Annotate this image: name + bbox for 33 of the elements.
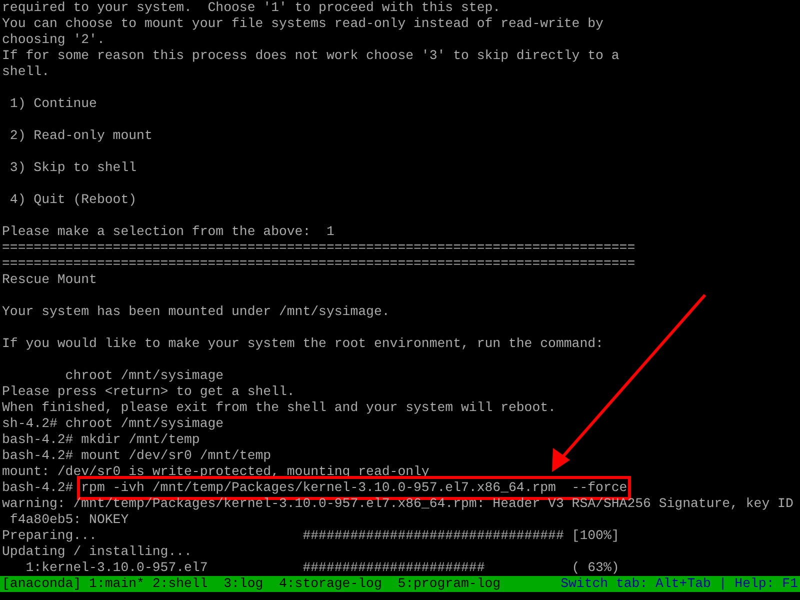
shell-command: chroot /mnt/sysimage	[65, 416, 224, 432]
terminal-line: 3) Skip to shell	[8, 160, 137, 176]
terminal-line: choosing '2'.	[2, 32, 105, 48]
terminal-line: When finished, please exit from the shell and your system will reboot.	[2, 400, 556, 416]
terminal-line: If for some reason this process does not work choose '3' to skip directly to a	[2, 48, 620, 64]
terminal-line: ================================================================================	[2, 256, 636, 272]
terminal-line: Updating / installing...	[2, 544, 192, 560]
terminal-line: warning: /mnt/temp/Packages/kernel-3.10.0-957.el7.x86_64.rpm: Header V3 RSA/SHA256 Signature, key ID	[2, 496, 794, 512]
terminal-line: chroot /mnt/sysimage	[64, 368, 224, 384]
terminal-line: Rescue Mount	[2, 272, 97, 288]
terminal-line: 1:kernel-3.10.0-957.el7 ####################### ( 63%)	[24, 560, 620, 576]
shell-prompt: sh-4.2#	[2, 416, 58, 432]
terminal-line: required to your system. Choose '1' to proceed with this step.	[2, 0, 501, 16]
terminal-line: Preparing... ################################# [100%]	[2, 528, 620, 544]
terminal-line: Please press <return> to get a shell.	[2, 384, 295, 400]
key-hint: Switch tab: Alt+Tab | Help: F1	[560, 576, 798, 592]
shell-command: mkdir /mnt/temp	[81, 432, 200, 448]
terminal-line: You can choose to mount your file systems read-only instead of read-write by	[2, 16, 604, 32]
terminal-line: Please make a selection from the above: 1	[2, 224, 334, 240]
terminal-line: f4a80eb5: NOKEY	[8, 512, 129, 528]
shell-prompt: bash-4.2#	[2, 480, 74, 496]
terminal-line: mount: /dev/sr0 is write-protected, mounting read-only	[2, 464, 430, 480]
terminal-line: If you would like to make your system the root environment, run the command:	[2, 336, 604, 352]
terminal-line: 1) Continue	[8, 96, 97, 112]
shell-prompt: bash-4.2#	[2, 432, 74, 448]
terminal-line: Your system has been mounted under /mnt/sysimage.	[2, 304, 390, 320]
terminal-line: ================================================================================	[2, 240, 636, 256]
terminal-line: shell.	[2, 64, 50, 80]
terminal-line: 2) Read-only mount	[8, 128, 152, 144]
window-list: [anaconda] 1:main* 2:shell 3:log 4:storage-log 5:program-log	[2, 576, 501, 592]
shell-prompt: bash-4.2#	[2, 448, 74, 464]
terminal-line: 4) Quit (Reboot)	[8, 192, 137, 208]
shell-command: mount /dev/sr0 /mnt/temp	[81, 448, 272, 464]
